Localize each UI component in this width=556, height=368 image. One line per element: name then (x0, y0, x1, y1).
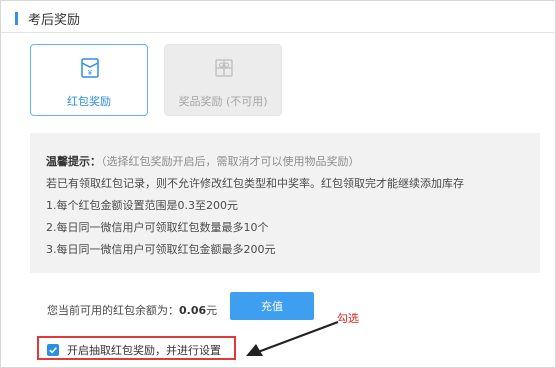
red-envelope-icon: ¥ (81, 58, 99, 78)
tips-line-3: 2.每日同一微信用户可领取红包数量最多10个 (46, 221, 269, 234)
tips-heading: 温馨提示： (46, 155, 101, 168)
checkmark-icon (49, 347, 57, 354)
section-header: 考后奖励 (15, 9, 81, 28)
balance-unit: 元 (206, 304, 218, 317)
balance-label: 您当前可用的红包余额为： (47, 304, 179, 317)
svg-text:¥: ¥ (88, 69, 93, 77)
tips-line-4: 3.每日同一微信用户可领取红包金额最多200元 (46, 243, 276, 256)
gift-icon (215, 59, 233, 77)
tips-heading-note: （选择红包奖励开启后，需取消才可以使用物品奖励） (101, 155, 360, 168)
enable-red-packet-label: 开启抽取红包奖励，并进行设置 (67, 344, 221, 357)
section-divider (1, 32, 555, 33)
section-title: 考后奖励 (28, 12, 81, 28)
tips-line-1: 若已有领取红包记录，则不允许修改红包类型和中奖率。红包领取完才能继续添加库存 (46, 177, 464, 190)
tips-line-2: 1.每个红包金额设置范围是0.3至200元 (46, 199, 238, 212)
red-packet-option-label: 红包奖励 (67, 95, 111, 108)
recharge-button[interactable]: 充值 (230, 292, 314, 320)
tips-panel: 温馨提示：（选择红包奖励开启后，需取消才可以使用物品奖励） 若已有领取红包记录，… (30, 133, 540, 273)
section-accent-bar (15, 11, 18, 25)
prize-reward-option: 奖品奖励 (不可用) (164, 44, 282, 116)
tips-heading-line: 温馨提示：（选择红包奖励开启后，需取消才可以使用物品奖励） (46, 153, 360, 169)
prize-option-label: 奖品奖励 (不可用) (178, 95, 268, 108)
enable-red-packet-checkbox[interactable] (47, 344, 59, 356)
balance-row: 您当前可用的红包余额为：0.06元 (47, 302, 217, 318)
balance-amount: 0.06 (179, 304, 207, 317)
annotation-arrow-icon (246, 320, 339, 356)
enable-red-packet-row[interactable]: 开启抽取红包奖励，并进行设置 (47, 342, 221, 358)
red-packet-reward-option[interactable]: ¥ 红包奖励 (30, 44, 148, 116)
